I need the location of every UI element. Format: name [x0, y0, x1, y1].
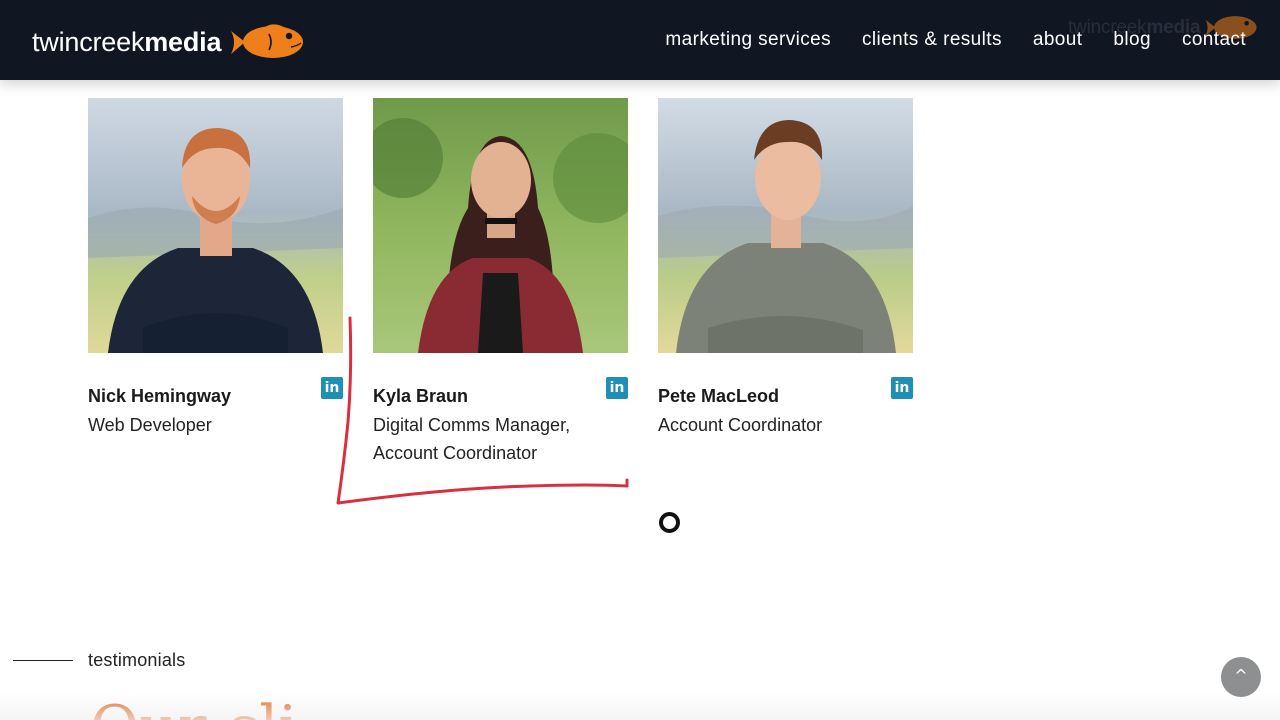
team-card: Nick Hemingway Web Developer in — [88, 98, 343, 467]
linkedin-icon[interactable]: in — [891, 377, 913, 399]
logo-wordmark: twincreekmedia — [32, 26, 222, 57]
team-card-info: Nick Hemingway Web Developer in — [88, 377, 343, 439]
site-header: twincreekmedia twincreekmedia marketing … — [0, 0, 1280, 80]
testimonials-heading: Our cli — [90, 698, 298, 720]
nav-about[interactable]: about — [1033, 28, 1083, 52]
team-member-name: Kyla Braun — [373, 386, 469, 406]
section-divider-line — [13, 660, 73, 661]
site-logo[interactable]: twincreekmedia — [32, 22, 305, 62]
team-member-role: Web Developer — [88, 415, 212, 435]
linkedin-icon[interactable]: in — [321, 377, 343, 399]
linkedin-icon[interactable]: in — [606, 377, 628, 399]
team-member-name: Pete MacLeod — [658, 386, 780, 406]
loading-cursor-icon — [659, 512, 680, 533]
testimonials-label: testimonials — [88, 650, 186, 670]
nav-clients-results[interactable]: clients & results — [862, 28, 1002, 52]
team-card: Pete MacLeod Account Coordinator in — [658, 98, 913, 467]
team-card-info: Kyla Braun Digital Comms Manager, Account… — [373, 377, 628, 467]
nav-contact[interactable]: contact — [1182, 28, 1246, 52]
team-card: Kyla Braun Digital Comms Manager, Account… — [373, 98, 628, 467]
team-grid: Nick Hemingway Web Developer in Kyla Bra… — [88, 98, 913, 467]
nav-marketing-services[interactable]: marketing services — [665, 28, 831, 52]
team-photo-nick — [88, 98, 343, 353]
fish-logo-icon — [231, 24, 304, 58]
team-photo-kyla — [373, 98, 628, 353]
team-member-role: Digital Comms Manager, Account Coordinato… — [373, 411, 628, 467]
team-card-info: Pete MacLeod Account Coordinator in — [658, 377, 913, 439]
role-line-2: Account Coordinator — [373, 443, 538, 463]
scroll-to-top-button[interactable]: ^ — [1221, 657, 1261, 697]
team-photo-pete — [658, 98, 913, 353]
team-member-role: Account Coordinator — [658, 415, 823, 435]
role-line-1: Digital Comms Manager, — [373, 415, 571, 435]
nav-blog[interactable]: blog — [1113, 28, 1151, 52]
team-member-name: Nick Hemingway — [88, 386, 232, 406]
main-nav: marketing services clients & results abo… — [665, 28, 1246, 52]
